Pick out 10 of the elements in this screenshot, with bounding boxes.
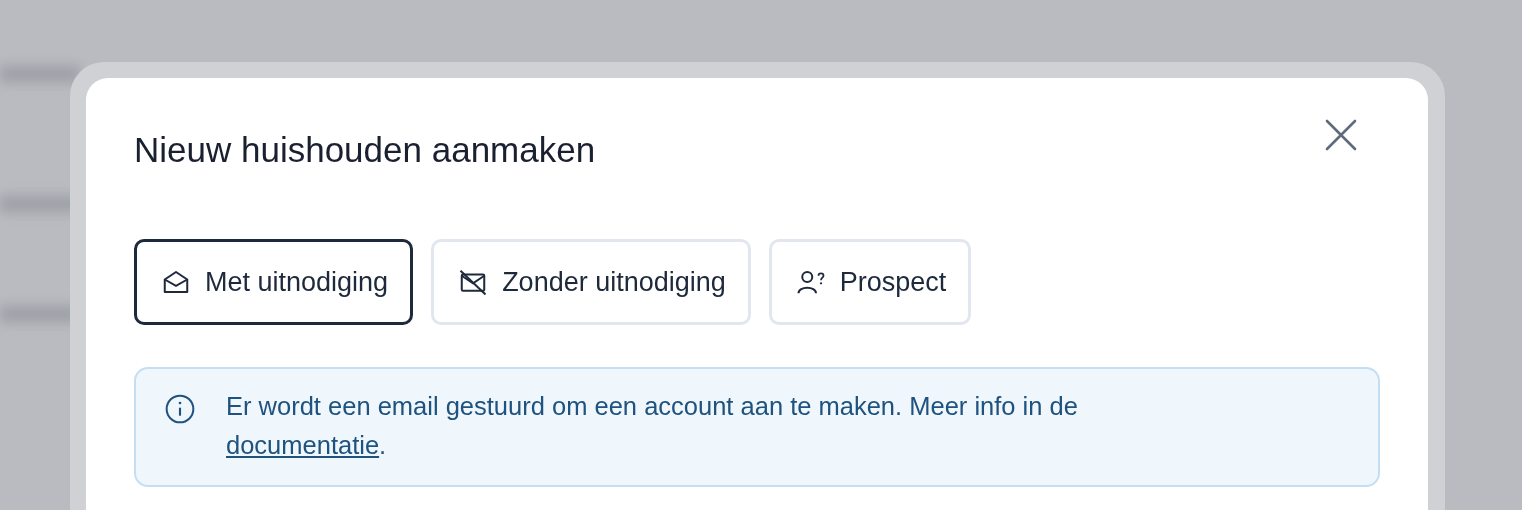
option-tab[interactable]: Prospect [768,239,972,325]
close-icon [1324,118,1358,152]
option-tab[interactable]: Met uitnodiging [134,239,414,325]
info-text: Er wordt een email gestuurd om een account aan te maken. Meer info in de documentatie. [226,391,1079,461]
close-button[interactable] [1324,118,1358,152]
info-icon [164,393,196,425]
documentation-link[interactable]: documentatie [226,431,380,459]
envelope-off-icon [458,267,489,297]
dialog-title: Nieuw huishouden aanmaken [134,129,596,171]
option-tab[interactable]: Zonder uitnodiging [431,239,751,325]
